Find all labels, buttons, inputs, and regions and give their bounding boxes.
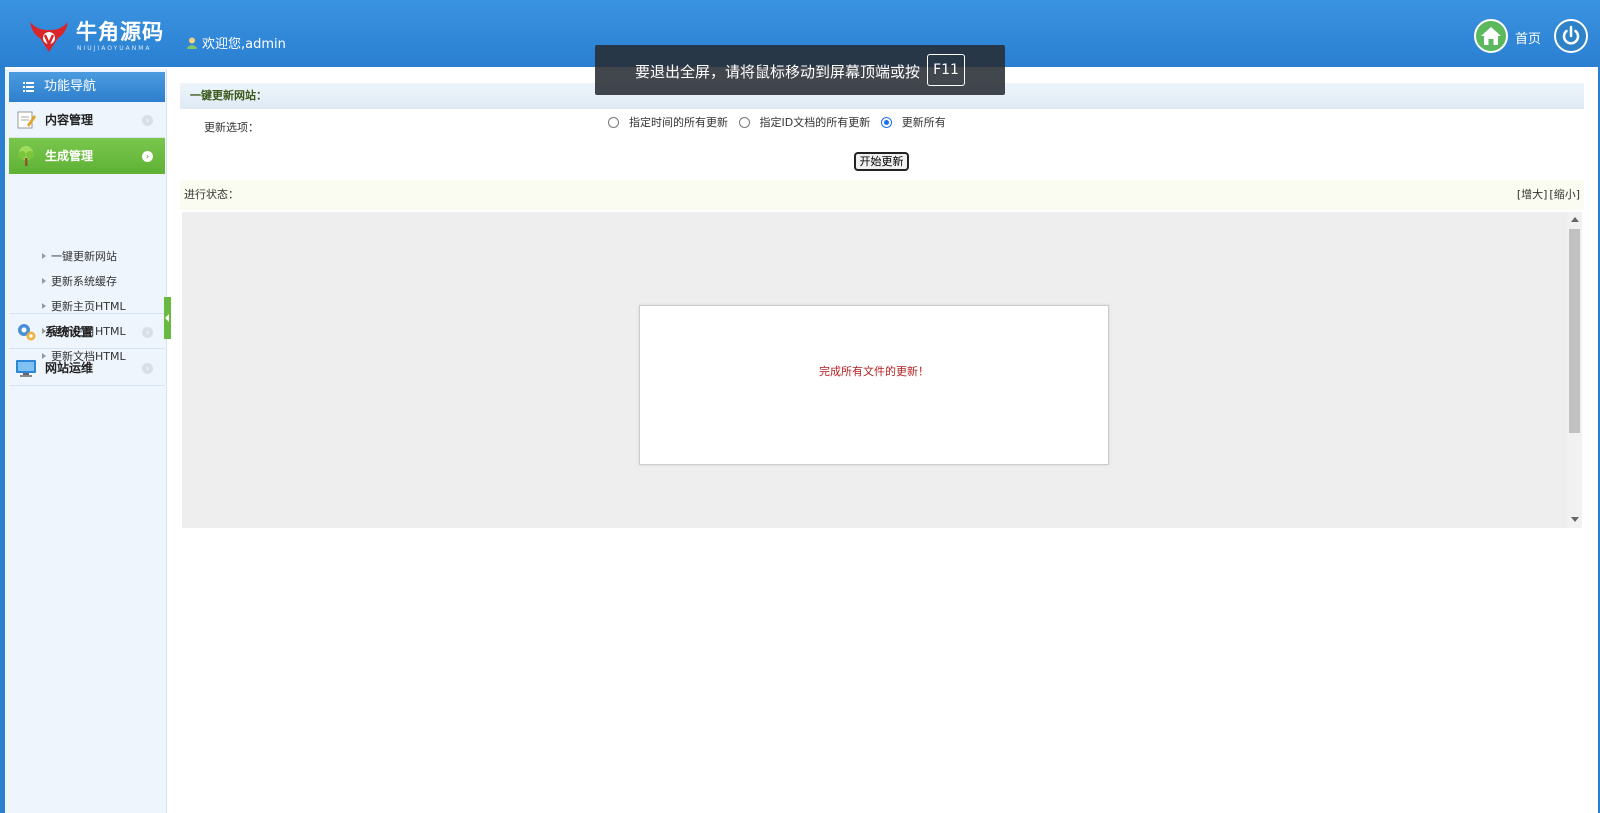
shrink-link[interactable]: [缩小] <box>1549 188 1580 201</box>
radio-by-id[interactable] <box>738 116 750 128</box>
sidebar-item-settings[interactable]: 系统设置 › <box>9 313 165 349</box>
resize-links: [增大] [缩小] <box>1515 180 1580 210</box>
bull-horn-logo-icon <box>30 22 68 52</box>
home-button[interactable] <box>1474 19 1508 53</box>
radio-update-all[interactable] <box>880 116 892 128</box>
user-icon <box>187 37 197 49</box>
sidebar-item-label: 系统设置 <box>45 325 94 339</box>
chevron-right-icon: › <box>142 151 153 162</box>
chevron-right-icon: › <box>142 115 153 126</box>
nav-title-label: 功能导航 <box>44 79 97 94</box>
sidebar-item-label: 生成管理 <box>45 149 94 163</box>
logo: 牛角源码 NIUJIAOYUANMA <box>28 14 168 58</box>
message-box: 完成所有文件的更新！ <box>639 305 1109 465</box>
scroll-down-icon[interactable] <box>1571 517 1579 522</box>
update-options: 指定时间的所有更新 指定ID文档的所有更新 更新所有 <box>608 114 953 131</box>
welcome-label: 欢迎您,admin <box>202 37 286 52</box>
option-by-time[interactable]: 指定时间的所有更新 <box>608 114 728 130</box>
power-icon <box>1562 25 1580 45</box>
scroll-up-icon[interactable] <box>1571 217 1579 222</box>
logo-subtext: NIUJIAOYUANMA <box>77 45 152 52</box>
edit-icon <box>17 111 36 129</box>
fullscreen-toast: 要退出全屏，请将鼠标移动到屏幕顶端或按 F11 <box>595 45 1005 95</box>
submenu-item-update-cache[interactable]: 更新系统缓存 <box>9 269 165 294</box>
option-by-id[interactable]: 指定ID文档的所有更新 <box>738 114 871 130</box>
welcome-text: 欢迎您,admin <box>187 33 286 52</box>
completion-message: 完成所有文件的更新！ <box>819 365 929 378</box>
sidebar-item-label: 内容管理 <box>45 113 94 127</box>
chevron-right-icon: › <box>142 363 153 374</box>
status-label: 进行状态： <box>184 188 239 201</box>
sidebar-item-label: 网站运维 <box>45 361 94 375</box>
progress-frame: 完成所有文件的更新！ <box>182 212 1582 528</box>
submenu-item-update-site[interactable]: 一键更新网站 <box>9 244 165 269</box>
toast-message: 要退出全屏，请将鼠标移动到屏幕顶端或按 <box>635 63 921 81</box>
sidebar-item-generate[interactable]: 生成管理 › <box>9 138 165 174</box>
enlarge-link[interactable]: [增大] <box>1517 188 1548 201</box>
update-options-label: 更新选项： <box>204 121 259 134</box>
scrollbar[interactable] <box>1567 212 1582 528</box>
status-bar: 进行状态： [增大] [缩小] <box>180 180 1584 210</box>
sidebar-item-maintenance[interactable]: 网站运维 › <box>9 350 165 386</box>
scroll-thumb[interactable] <box>1569 229 1580 433</box>
radio-by-time[interactable] <box>608 116 619 128</box>
nav-title: 功能导航 <box>9 72 165 102</box>
gears-icon <box>18 324 36 341</box>
home-icon <box>1481 27 1501 45</box>
sidebar-item-content[interactable]: 内容管理 › <box>9 102 165 138</box>
option-label: 指定时间的所有更新 <box>629 116 728 129</box>
chevron-right-icon: › <box>142 327 153 338</box>
tree-icon <box>18 146 34 166</box>
sidebar-collapse-handle[interactable] <box>164 297 171 339</box>
list-icon <box>23 82 34 92</box>
option-label: 指定ID文档的所有更新 <box>759 116 871 129</box>
home-link[interactable]: 首页 <box>1515 28 1541 47</box>
start-update-button[interactable]: 开始更新 <box>854 152 909 171</box>
toast-key: F11 <box>927 54 965 86</box>
logout-button[interactable] <box>1554 19 1588 53</box>
sidebar: 功能导航 内容管理 › 生成管理 › 一键更新网站 更新系统缓存 更新主页HTM… <box>5 69 167 813</box>
logo-text: 牛角源码 <box>76 19 164 44</box>
monitor-icon <box>16 360 36 377</box>
option-label: 更新所有 <box>901 116 946 129</box>
option-update-all[interactable]: 更新所有 <box>880 114 946 130</box>
